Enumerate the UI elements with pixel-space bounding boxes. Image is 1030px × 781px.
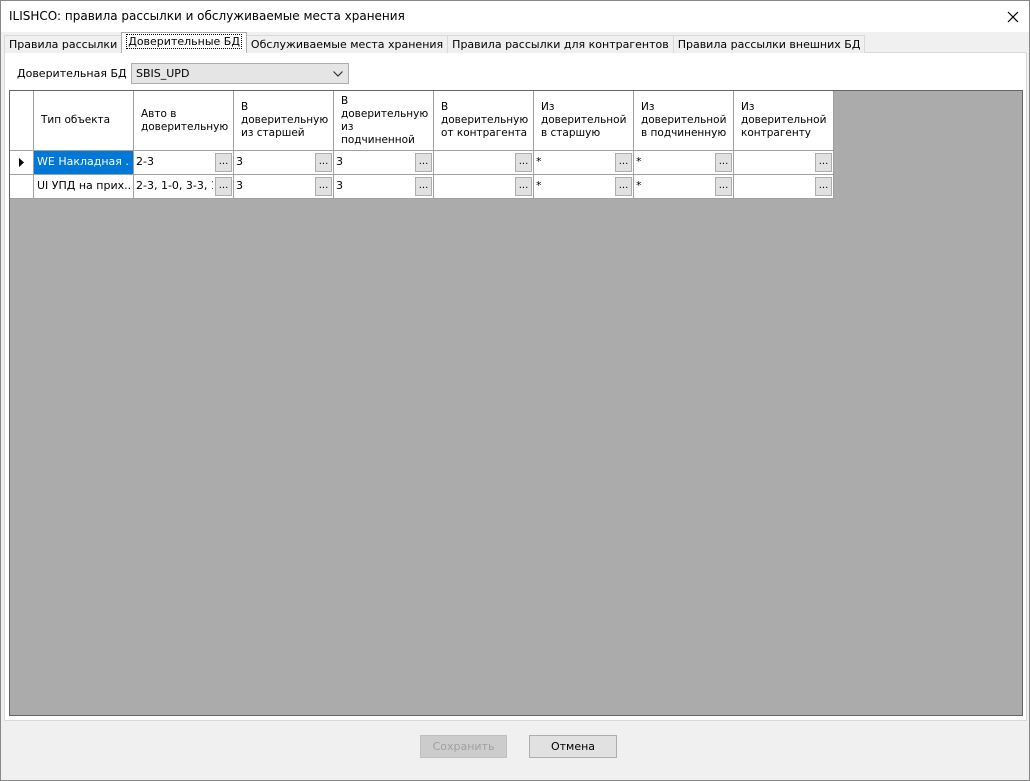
column-header-to-trusted-from-subordinate[interactable]: В доверительную из подчиненной <box>334 91 434 151</box>
cell-object-type[interactable]: UI УПД на прих... <box>34 175 134 199</box>
column-header-from-trusted-to-counterparty[interactable]: Из доверительной контрагенту <box>734 91 834 151</box>
column-header-auto-to-trusted[interactable]: Авто в доверительную <box>134 91 234 151</box>
ellipsis-button[interactable]: ... <box>215 177 232 196</box>
cell-to-trusted-from-counterparty[interactable]: ... <box>434 175 534 199</box>
ellipsis-button[interactable]: ... <box>415 177 432 196</box>
column-header-from-trusted-to-senior[interactable]: Из доверительной в старшую <box>534 91 634 151</box>
cell-text: 2-3 <box>136 155 154 168</box>
cell-text: * <box>636 155 642 168</box>
trusted-db-dropdown[interactable]: SBIS_UPD <box>131 63 349 84</box>
column-header-object-type[interactable]: Тип объекта <box>34 91 134 151</box>
cancel-button[interactable]: Отмена <box>529 735 617 758</box>
chevron-down-icon <box>333 64 343 83</box>
ellipsis-button[interactable]: ... <box>715 177 732 196</box>
column-header-from-trusted-to-subordinate[interactable]: Из доверительной в подчиненную <box>634 91 734 151</box>
cell-object-type[interactable]: WE Накладная ... <box>34 151 134 175</box>
cell-text: 3 <box>236 179 243 192</box>
cell-from-trusted-to-counterparty[interactable]: ... <box>734 175 834 199</box>
tab-served-storage[interactable]: Обслуживаемые места хранения <box>245 35 449 53</box>
cell-text: 2-3, 1-0, 3-3, 1... <box>136 179 213 192</box>
column-header-to-trusted-from-counterparty[interactable]: В доверительную от контрагента <box>434 91 534 151</box>
ellipsis-button[interactable]: ... <box>815 153 832 172</box>
table-row[interactable]: UI УПД на прих... 2-3, 1-0, 3-3, 1......… <box>10 175 834 199</box>
ellipsis-button[interactable]: ... <box>215 153 232 172</box>
ellipsis-button[interactable]: ... <box>315 177 332 196</box>
ellipsis-button[interactable]: ... <box>615 153 632 172</box>
cell-text: WE Накладная ... <box>37 155 130 168</box>
cell-from-trusted-to-senior[interactable]: *... <box>534 175 634 199</box>
row-header[interactable] <box>10 175 34 199</box>
ellipsis-button[interactable]: ... <box>315 153 332 172</box>
ellipsis-button[interactable]: ... <box>715 153 732 172</box>
cell-text: UI УПД на прих... <box>37 179 130 192</box>
tab-strip: Правила рассылки Доверительные БД Обслуж… <box>4 32 866 53</box>
tab-label: Правила рассылки <box>9 38 118 51</box>
title-bar: ILISHCO: правила рассылки и обслуживаемы… <box>1 1 1029 32</box>
column-header-to-trusted-from-senior[interactable]: В доверительную из старшей <box>234 91 334 151</box>
cell-to-trusted-from-senior[interactable]: 3... <box>234 175 334 199</box>
cell-to-trusted-from-senior[interactable]: 3... <box>234 151 334 175</box>
tab-label: Правила рассылки для контрагентов <box>452 38 669 51</box>
ellipsis-button[interactable]: ... <box>415 153 432 172</box>
dialog-window: ILISHCO: правила рассылки и обслуживаемы… <box>0 0 1030 781</box>
cell-auto-to-trusted[interactable]: 2-3, 1-0, 3-3, 1...... <box>134 175 234 199</box>
ellipsis-button[interactable]: ... <box>515 177 532 196</box>
close-button[interactable] <box>997 1 1029 32</box>
cell-text: 3 <box>336 155 343 168</box>
row-header[interactable] <box>10 151 34 175</box>
grid-header-row: Тип объекта Авто в доверительную В довер… <box>10 91 834 151</box>
cell-auto-to-trusted[interactable]: 2-3... <box>134 151 234 175</box>
window-title: ILISHCO: правила рассылки и обслуживаемы… <box>9 9 405 23</box>
ellipsis-button[interactable]: ... <box>615 177 632 196</box>
cell-text: 3 <box>336 179 343 192</box>
cell-text: * <box>536 155 542 168</box>
trusted-db-label: Доверительная БД : <box>17 67 134 80</box>
tab-label: Правила рассылки внешних БД <box>677 38 861 51</box>
table-row[interactable]: WE Накладная ... 2-3... 3... 3... ... *.… <box>10 151 834 175</box>
cell-from-trusted-to-subordinate[interactable]: *... <box>634 151 734 175</box>
tab-label: Доверительные БД <box>126 34 242 49</box>
cell-to-trusted-from-subordinate[interactable]: 3... <box>334 151 434 175</box>
current-row-arrow-icon <box>19 158 24 167</box>
tab-trusted-db[interactable]: Доверительные БД <box>121 32 247 53</box>
trusted-db-value: SBIS_UPD <box>136 67 190 80</box>
ellipsis-button[interactable]: ... <box>815 177 832 196</box>
cell-to-trusted-from-subordinate[interactable]: 3... <box>334 175 434 199</box>
tab-label: Обслуживаемые места хранения <box>250 38 444 51</box>
cell-text: * <box>636 179 642 192</box>
corner-header <box>10 91 34 151</box>
cell-text: 3 <box>236 155 243 168</box>
save-button: Сохранить <box>420 735 507 758</box>
tab-external-db-rules[interactable]: Правила рассылки внешних БД <box>672 35 866 53</box>
ellipsis-button[interactable]: ... <box>515 153 532 172</box>
tab-distribution-rules[interactable]: Правила рассылки <box>4 35 123 53</box>
cell-from-trusted-to-counterparty[interactable]: ... <box>734 151 834 175</box>
close-icon <box>1007 11 1019 22</box>
cell-text: * <box>536 179 542 192</box>
trusted-db-grid[interactable]: Тип объекта Авто в доверительную В довер… <box>9 90 1023 716</box>
cell-from-trusted-to-senior[interactable]: *... <box>534 151 634 175</box>
tab-counterparty-rules[interactable]: Правила рассылки для контрагентов <box>447 35 674 53</box>
cell-to-trusted-from-counterparty[interactable]: ... <box>434 151 534 175</box>
cell-from-trusted-to-subordinate[interactable]: *... <box>634 175 734 199</box>
